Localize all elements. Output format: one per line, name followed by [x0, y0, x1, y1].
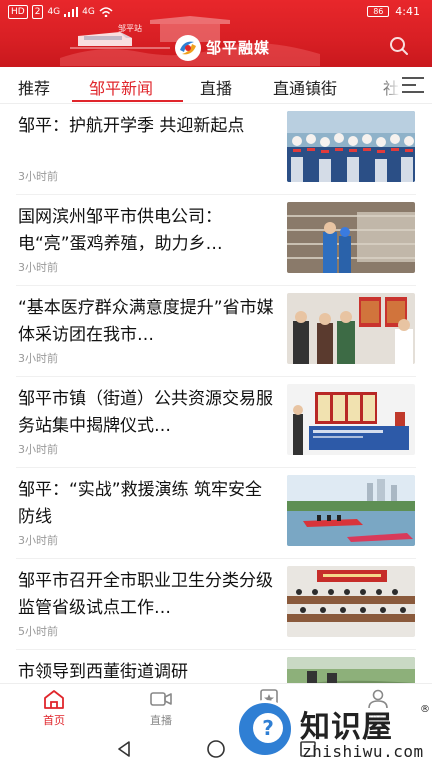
news-title: 国网滨州邹平市供电公司：电“亮”蛋鸡养殖，助力乡…: [18, 207, 223, 254]
watermark-url: zhishiwu.com: [302, 742, 424, 761]
watermark-logo-icon: ?: [236, 700, 294, 758]
watermark-registered-mark: ®: [420, 704, 430, 715]
news-title: 市领导到西董街道调研: [18, 662, 188, 682]
news-title: 邹平：护航开学季 共迎新起点: [18, 116, 245, 136]
news-time: 3小时前: [18, 261, 58, 274]
brand-name: 邹平融媒: [206, 39, 271, 57]
category-tabs: 推荐 邹平新闻 直播 直通镇街 社: [0, 67, 432, 104]
news-time: 3小时前: [18, 352, 58, 365]
site-watermark: ? 知识屋 ® zhishiwu.com: [236, 692, 432, 768]
nav-live-label: 直播: [150, 714, 172, 727]
back-triangle-icon[interactable]: [114, 739, 134, 759]
hd-indicator: HD: [8, 5, 28, 19]
news-item[interactable]: “基本医疗群众满意度提升”省市媒体采访团在我市… 3小时前: [0, 286, 432, 377]
news-time: 3小时前: [18, 170, 58, 183]
news-time: 3小时前: [18, 443, 58, 456]
nav-home[interactable]: 首页: [24, 688, 84, 728]
news-thumbnail-rescue-boat: [287, 475, 415, 546]
tab-live[interactable]: 直播: [200, 75, 232, 99]
tab-recommend[interactable]: 推荐: [18, 75, 50, 99]
news-item[interactable]: 国网滨州邹平市供电公司：电“亮”蛋鸡养殖，助力乡… 3小时前: [0, 195, 432, 286]
brand-logo-icon: [175, 35, 201, 61]
tab-town-street[interactable]: 直通镇街: [273, 75, 337, 99]
search-icon[interactable]: [388, 35, 410, 57]
news-title: “基本医疗群众满意度提升”省市媒体采访团在我市…: [18, 298, 274, 345]
channel-menu-icon[interactable]: [402, 77, 424, 95]
battery-icon: 86: [367, 6, 390, 17]
home-circle-icon[interactable]: [206, 739, 226, 759]
banner-caption: 邹平站: [118, 24, 142, 33]
news-title: 邹平市镇（街道）公共资源交易服务站集中揭牌仪式…: [18, 389, 273, 436]
news-time: 5小时前: [18, 625, 58, 638]
active-tab-indicator: [72, 100, 183, 102]
nav-live[interactable]: 直播: [131, 688, 191, 728]
sim-indicator: 2: [31, 5, 44, 19]
news-thumbnail-students-flag: [287, 111, 415, 182]
news-item[interactable]: 邹平：“实战”救援演练 筑牢安全防线 3小时前: [0, 468, 432, 559]
news-title: 邹平市召开全市职业卫生分类分级监管省级试点工作…: [18, 571, 273, 618]
news-list: 邹平：护航开学季 共迎新起点 3小时前 国网滨州邹平市供电公司：电“亮”蛋鸡养殖…: [0, 104, 432, 741]
home-icon: [44, 690, 64, 709]
news-title: 邹平：“实战”救援演练 筑牢安全防线: [18, 480, 263, 527]
news-time: 3小时前: [18, 534, 58, 547]
video-camera-icon: [150, 692, 172, 706]
nav-home-label: 首页: [43, 714, 65, 727]
news-thumbnail-plaque-ceremony: [287, 384, 415, 455]
tab-zouping-news[interactable]: 邹平新闻: [89, 75, 153, 99]
news-item[interactable]: 邹平市召开全市职业卫生分类分级监管省级试点工作… 5小时前: [0, 559, 432, 650]
clock: 4:41: [395, 5, 420, 18]
tab-fade-overlay: [376, 67, 400, 103]
watermark-name: 知识屋: [300, 710, 393, 745]
signal-4g-icon: 4G: [47, 7, 61, 17]
app-header: HD 2 4G 4G 86 4:41 邹平站 邹平融媒: [0, 0, 432, 67]
news-item[interactable]: 邹平市镇（街道）公共资源交易服务站集中揭牌仪式… 3小时前: [0, 377, 432, 468]
news-thumbnail-poultry-workers: [287, 202, 415, 273]
news-thumbnail-conference-room: [287, 566, 415, 637]
news-item[interactable]: 邹平：护航开学季 共迎新起点 3小时前: [0, 104, 432, 195]
news-thumbnail-medical-visit: [287, 293, 415, 364]
